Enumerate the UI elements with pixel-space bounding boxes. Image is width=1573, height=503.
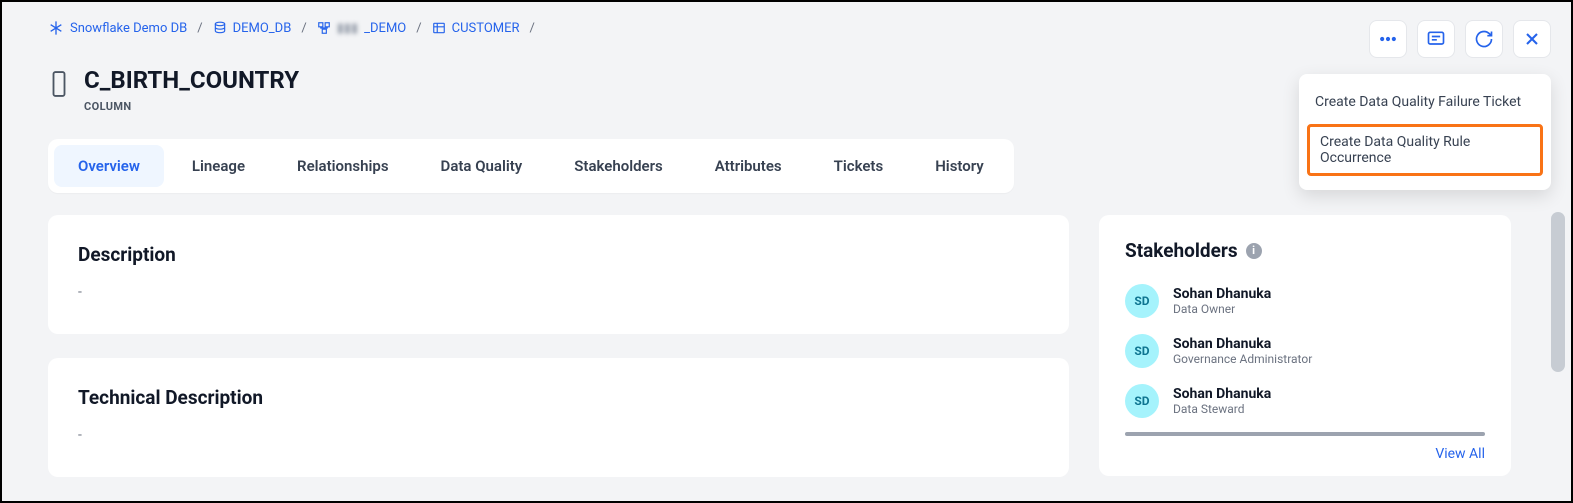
horizontal-scrollbar[interactable] <box>1125 432 1485 436</box>
breadcrumb-label-blurred: ▮▮▮ <box>337 21 358 36</box>
stakeholders-title-text: Stakeholders <box>1125 239 1238 262</box>
breadcrumb-label: CUSTOMER <box>452 21 520 36</box>
breadcrumb-sep: / <box>530 21 535 36</box>
refresh-button[interactable] <box>1465 20 1503 58</box>
description-title: Description <box>78 243 1039 266</box>
tab-lineage[interactable]: Lineage <box>168 145 269 187</box>
snowflake-icon <box>48 20 64 36</box>
description-card: Description - <box>48 215 1069 334</box>
technical-description-card: Technical Description - <box>48 358 1069 477</box>
stakeholder-role: Governance Administrator <box>1173 352 1312 366</box>
breadcrumb-sep: / <box>197 21 202 36</box>
description-value: - <box>78 284 1039 300</box>
view-all-link[interactable]: View All <box>1125 446 1485 462</box>
tab-stakeholders[interactable]: Stakeholders <box>550 145 686 187</box>
stakeholder-name: Sohan Dhanuka <box>1173 286 1271 302</box>
breadcrumb-item-db[interactable]: DEMO_DB <box>213 21 292 36</box>
tab-relationships[interactable]: Relationships <box>273 145 413 187</box>
technical-description-value: - <box>78 427 1039 443</box>
comments-button[interactable] <box>1417 20 1455 58</box>
breadcrumb-label: _DEMO <box>364 21 406 36</box>
comments-icon <box>1426 29 1446 49</box>
breadcrumb-item-schema[interactable]: ▮▮▮ _DEMO <box>317 21 407 36</box>
page-title: C_BIRTH_COUNTRY <box>84 66 299 94</box>
stakeholders-card: Stakeholders i SD Sohan Dhanuka Data Own… <box>1099 215 1511 476</box>
stakeholder-role: Data Steward <box>1173 402 1271 416</box>
stakeholder-list: SD Sohan Dhanuka Data Owner SD Sohan Dha… <box>1125 284 1485 418</box>
main-column: Description - Technical Description - <box>48 215 1069 477</box>
table-icon <box>432 21 446 35</box>
tab-overview[interactable]: Overview <box>54 145 164 187</box>
tab-tickets[interactable]: Tickets <box>810 145 908 187</box>
refresh-icon <box>1474 29 1494 49</box>
stakeholder-row[interactable]: SD Sohan Dhanuka Governance Administrato… <box>1125 334 1485 368</box>
dropdown-item-rule-occurrence[interactable]: Create Data Quality Rule Occurrence <box>1307 124 1543 176</box>
breadcrumb-item-root[interactable]: Snowflake Demo DB <box>48 20 187 36</box>
side-column: Stakeholders i SD Sohan Dhanuka Data Own… <box>1099 215 1511 477</box>
close-button[interactable] <box>1513 20 1551 58</box>
stakeholder-name: Sohan Dhanuka <box>1173 386 1271 402</box>
technical-description-title: Technical Description <box>78 386 1039 409</box>
stakeholder-row[interactable]: SD Sohan Dhanuka Data Owner <box>1125 284 1485 318</box>
column-icon <box>48 70 70 98</box>
avatar: SD <box>1125 334 1159 368</box>
content-row: Description - Technical Description - St… <box>2 193 1571 477</box>
close-icon <box>1522 29 1542 49</box>
dropdown-item-failure-ticket[interactable]: Create Data Quality Failure Ticket <box>1299 84 1551 120</box>
stakeholder-role: Data Owner <box>1173 302 1271 316</box>
stakeholder-info: Sohan Dhanuka Data Steward <box>1173 386 1271 416</box>
breadcrumb-label: Snowflake Demo DB <box>70 21 187 36</box>
info-icon[interactable]: i <box>1246 243 1262 259</box>
schema-icon <box>317 21 331 35</box>
stakeholder-info: Sohan Dhanuka Governance Administrator <box>1173 336 1312 366</box>
tab-attributes[interactable]: Attributes <box>691 145 806 187</box>
breadcrumb-item-table[interactable]: CUSTOMER <box>432 21 520 36</box>
stakeholder-row[interactable]: SD Sohan Dhanuka Data Steward <box>1125 384 1485 418</box>
database-icon <box>213 21 227 35</box>
entity-type-label: COLUMN <box>84 100 299 113</box>
more-button[interactable] <box>1369 20 1407 58</box>
avatar: SD <box>1125 284 1159 318</box>
breadcrumb-sep: / <box>301 21 306 36</box>
tab-history[interactable]: History <box>911 145 1008 187</box>
stakeholder-name: Sohan Dhanuka <box>1173 336 1312 352</box>
stakeholders-title: Stakeholders i <box>1125 239 1262 262</box>
breadcrumb: Snowflake Demo DB / DEMO_DB / ▮▮▮ _DEMO /… <box>2 2 1571 36</box>
tab-bar: Overview Lineage Relationships Data Qual… <box>48 139 1014 193</box>
action-bar <box>1369 20 1551 58</box>
avatar: SD <box>1125 384 1159 418</box>
breadcrumb-label: DEMO_DB <box>233 21 292 36</box>
vertical-scrollbar[interactable] <box>1551 212 1565 372</box>
tab-data-quality[interactable]: Data Quality <box>417 145 547 187</box>
more-icon <box>1378 29 1398 49</box>
stakeholder-info: Sohan Dhanuka Data Owner <box>1173 286 1271 316</box>
breadcrumb-sep: / <box>416 21 421 36</box>
more-dropdown: Create Data Quality Failure Ticket Creat… <box>1299 74 1551 190</box>
